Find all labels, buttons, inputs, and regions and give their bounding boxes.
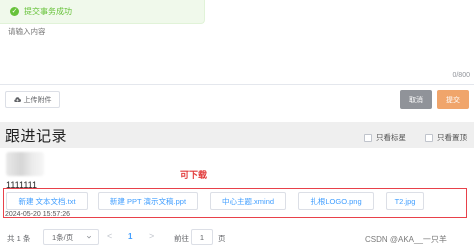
upload-attachment-button[interactable]: 上传附件: [5, 91, 60, 108]
watermark: CSDN @AKA__一只羊: [365, 235, 447, 244]
checkbox-box[interactable]: [364, 133, 372, 142]
checkbox-box[interactable]: [425, 133, 433, 142]
filter-starred-label: 只看标星: [376, 133, 406, 142]
next-page-button[interactable]: >: [149, 231, 154, 241]
record-timestamp: 2024-05-20 15:57:26: [5, 211, 70, 218]
filter-pinned-checkbox[interactable]: 只看置顶: [425, 132, 467, 143]
attachment-link[interactable]: 扎根LOGO.png: [298, 192, 374, 210]
goto-page-input[interactable]: [191, 229, 213, 245]
download-annotation: 可下载: [180, 170, 208, 180]
chevron-down-icon: [86, 235, 92, 239]
page-number-current[interactable]: 1: [128, 232, 132, 241]
page-size-select[interactable]: 1条/页: [43, 229, 99, 245]
attachment-link[interactable]: 新建 PPT 演示文稿.ppt: [98, 192, 198, 210]
follow-records-title: 跟进记录: [5, 128, 68, 145]
page-size-value: 1条/页: [52, 232, 74, 242]
avatar: [6, 152, 44, 176]
filter-pinned-label: 只看置顶: [437, 133, 467, 142]
success-toast: ✓ 提交事务成功: [0, 0, 205, 24]
attachment-link[interactable]: T2.jpg: [386, 192, 424, 210]
submit-button[interactable]: 提交: [437, 90, 469, 109]
check-circle-icon: ✓: [10, 7, 19, 16]
attachment-link[interactable]: 中心主题.xmind: [210, 192, 286, 210]
prev-page-button[interactable]: <: [107, 231, 112, 241]
divider: [0, 84, 474, 85]
pagination-total: 共 1 条: [7, 234, 31, 243]
upload-cloud-icon: [13, 96, 21, 102]
cancel-button[interactable]: 取消: [400, 90, 432, 109]
toast-message: 提交事务成功: [24, 7, 72, 16]
goto-label: 前往: [174, 234, 189, 243]
character-counter: 0/800: [452, 72, 470, 79]
page-unit-label: 页: [218, 234, 226, 243]
filter-starred-checkbox[interactable]: 只看标星: [364, 132, 406, 143]
attachment-link[interactable]: 新建 文本文档.txt: [6, 192, 88, 210]
upload-button-label: 上传附件: [23, 96, 52, 104]
